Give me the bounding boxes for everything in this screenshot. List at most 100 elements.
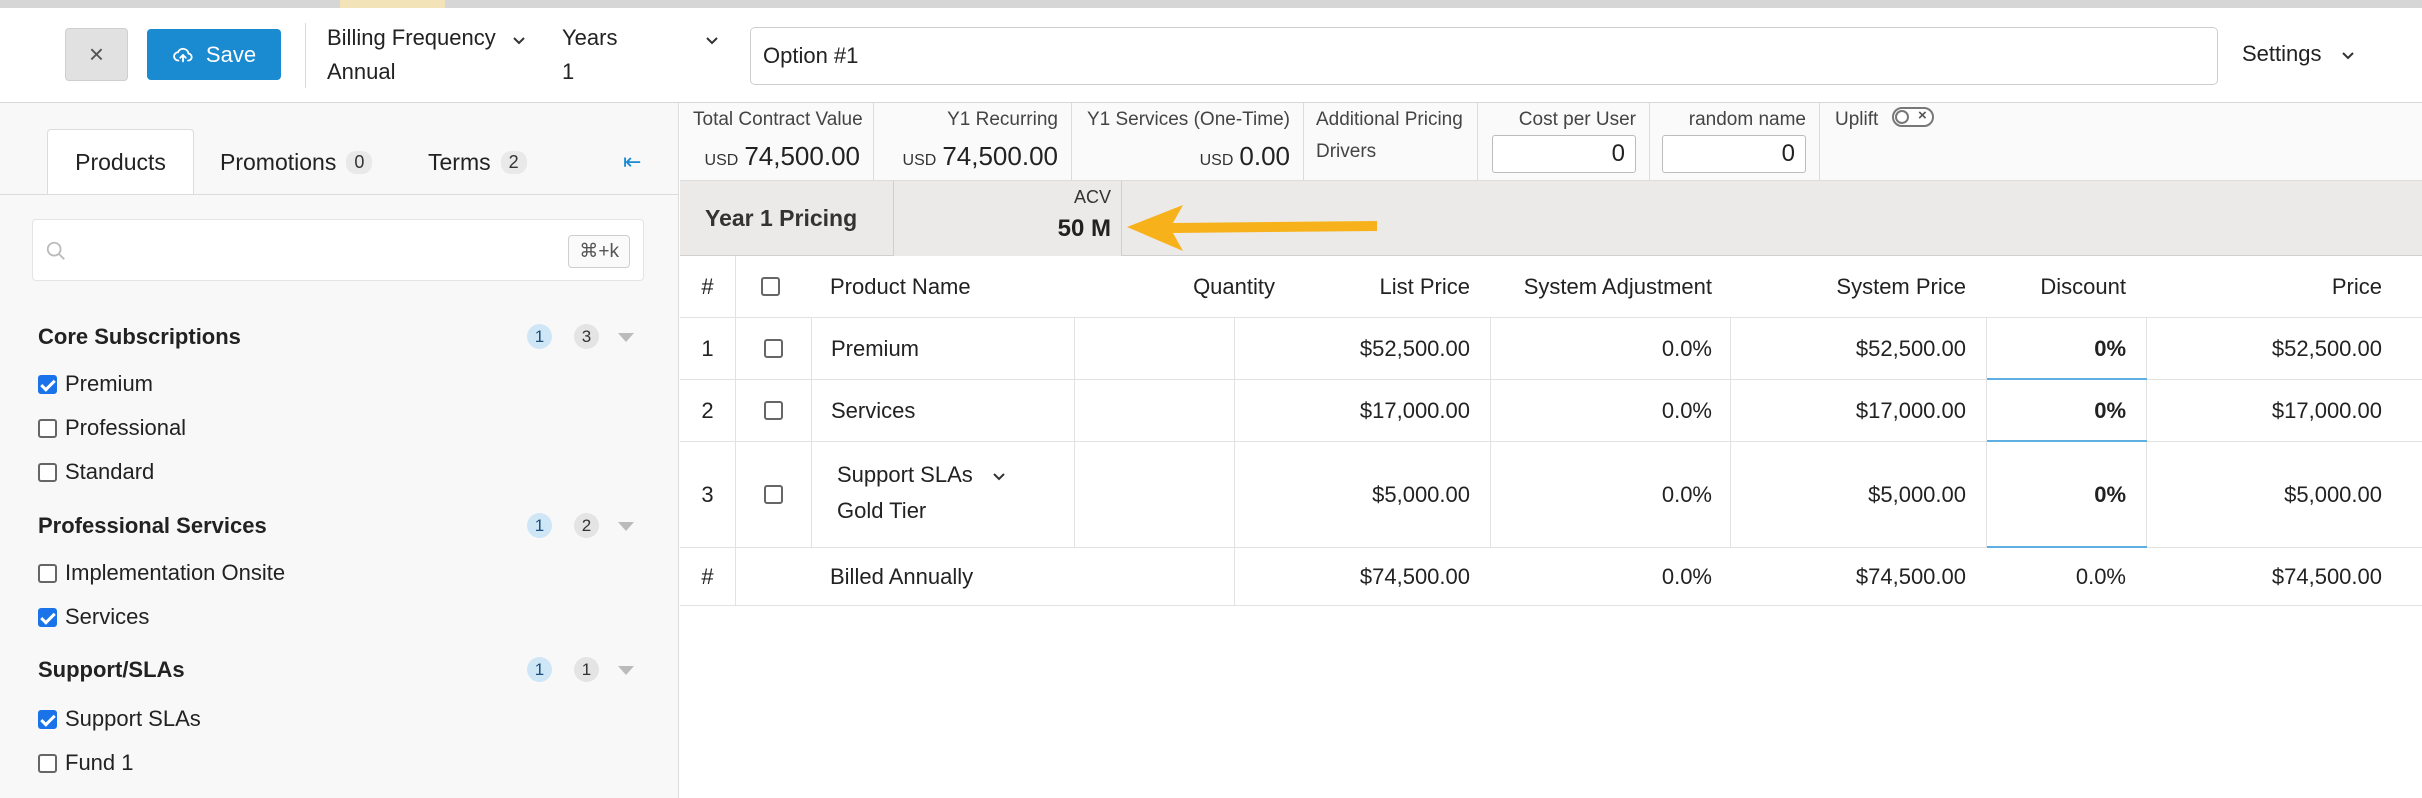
selected-count-badge: 1 xyxy=(527,324,552,349)
uplift-toggle[interactable]: × xyxy=(1892,107,1934,127)
header-quantity[interactable]: Quantity xyxy=(1075,256,1275,317)
metrics-bar: Total Contract Value USD 74,500.00 Y1 Rec… xyxy=(680,103,2422,181)
system-adjustment: 0.0% xyxy=(1661,481,1712,507)
row-select-cell xyxy=(735,380,811,441)
amount: 74,500.00 xyxy=(942,141,1058,171)
tab-label: Terms xyxy=(428,148,491,175)
product-checkbox-services[interactable]: Services xyxy=(38,604,149,630)
header-product-name[interactable]: Product Name xyxy=(830,256,1070,317)
group-toggle-caret[interactable] xyxy=(618,333,634,342)
option-name-input[interactable]: Option #1 xyxy=(750,27,2218,85)
tab-products[interactable]: Products xyxy=(47,129,194,195)
year-pricing-bar: Year 1 Pricing ACV 50 M xyxy=(680,181,2422,256)
checkbox[interactable] xyxy=(38,709,57,729)
select-all-checkbox[interactable] xyxy=(760,277,780,296)
metric-y1-services: Y1 Services (One-Time) USD 0.00 xyxy=(1072,103,1304,181)
row-select-cell xyxy=(735,318,811,379)
save-label: Save xyxy=(205,41,257,67)
currency-code: USD xyxy=(902,152,937,169)
select-all-cell xyxy=(735,256,805,317)
row-num: 1 xyxy=(701,335,714,361)
quantity-cell[interactable] xyxy=(1074,442,1224,547)
quantity-cell[interactable] xyxy=(1074,318,1224,379)
column-divider xyxy=(811,380,812,441)
catalog-panel: Products Promotions 0 Terms 2 ⇤ ⌘+k Core S… xyxy=(0,103,679,798)
checkbox[interactable] xyxy=(38,563,57,583)
product-checkbox-support-slas[interactable]: Support SLAs xyxy=(38,706,201,732)
amount: 74,500.00 xyxy=(744,141,860,171)
total-count-badge: 1 xyxy=(574,657,599,682)
group-toggle-caret[interactable] xyxy=(618,522,634,531)
save-button[interactable]: Save xyxy=(147,29,281,80)
metric-label: Total Contract Value xyxy=(693,109,863,130)
checkbox[interactable] xyxy=(38,418,57,438)
product-checkbox-standard[interactable]: Standard xyxy=(38,459,154,485)
total-count-badge: 3 xyxy=(574,324,599,349)
product-checkbox-professional[interactable]: Professional xyxy=(38,415,186,441)
tab-label: Promotions xyxy=(220,148,337,175)
checkbox[interactable] xyxy=(38,607,57,627)
header-system-price[interactable]: System Price xyxy=(1720,256,1966,317)
row-checkbox[interactable] xyxy=(763,485,783,504)
product-checkbox-premium[interactable]: Premium xyxy=(38,371,153,397)
footer-num: # xyxy=(701,563,714,589)
column-divider xyxy=(811,318,812,379)
product-checkbox-implementation-onsite[interactable]: Implementation Onsite xyxy=(38,560,285,586)
product-search-input[interactable]: ⌘+k xyxy=(32,219,644,281)
settings-label: Settings xyxy=(2242,41,2322,66)
product-checkbox-fund-1[interactable]: Fund 1 xyxy=(38,750,134,776)
header-system-adjustment[interactable]: System Adjustment xyxy=(1480,256,1712,317)
header-num: # xyxy=(701,273,714,299)
checkbox-label: Services xyxy=(65,604,150,629)
checkbox-label: Support SLAs xyxy=(65,706,201,731)
tab-terms[interactable]: Terms 2 xyxy=(428,129,527,195)
system-adjustment: 0.0% xyxy=(1661,335,1712,361)
metric-additional-pricing-drivers: Additional Pricing Drivers xyxy=(1304,103,1478,181)
random-name-input[interactable]: 0 xyxy=(1662,135,1806,173)
settings-dropdown[interactable]: Settings xyxy=(2242,41,2356,67)
metric-random-name: random name 0 xyxy=(1650,103,1820,181)
search-icon xyxy=(46,241,65,260)
table-header-row: # Product Name Quantity List Price Syste… xyxy=(680,256,2422,318)
footer-price: $74,500.00 xyxy=(2271,563,2382,589)
amount: 0.00 xyxy=(1239,141,1290,171)
price: $17,000.00 xyxy=(2271,397,2382,423)
group-title: Professional Services xyxy=(38,513,267,538)
close-icon: × xyxy=(88,39,105,69)
metric-label: Y1 Services (One-Time) xyxy=(1086,109,1290,130)
metric-label: Y1 Recurring xyxy=(947,109,1058,130)
header-price[interactable]: Price xyxy=(2150,256,2382,317)
tab-label: Products xyxy=(75,149,166,175)
row-checkbox[interactable] xyxy=(763,339,783,358)
list-price: $52,500.00 xyxy=(1359,335,1470,361)
metric-cost-per-user: Cost per User 0 xyxy=(1478,103,1650,181)
checkbox-label: Premium xyxy=(65,371,154,396)
system-price: $17,000.00 xyxy=(1855,397,1966,423)
checkbox-label: Professional xyxy=(65,415,187,440)
checkbox[interactable] xyxy=(38,753,57,773)
column-divider xyxy=(735,548,736,605)
row-checkbox[interactable] xyxy=(763,401,783,420)
collapse-panel-icon[interactable]: ⇤ xyxy=(623,149,641,175)
product-select[interactable]: Support SLAs xyxy=(837,462,1007,488)
cost-per-user-input[interactable]: 0 xyxy=(1492,135,1636,173)
discount-input[interactable]: 0% xyxy=(1986,380,2126,441)
browser-top-strip xyxy=(0,0,2422,8)
table-row: 1 Premium $52,500.00 0.0% $52,500.00 0% … xyxy=(680,318,2422,380)
footer-system-price: $74,500.00 xyxy=(1855,563,1966,589)
total-count-badge: 2 xyxy=(574,513,599,538)
count-badge: 2 xyxy=(500,150,527,174)
years-label: Years xyxy=(562,25,618,50)
quantity-cell[interactable] xyxy=(1074,380,1224,441)
group-toggle-caret[interactable] xyxy=(618,666,634,675)
discount-input[interactable]: 0% xyxy=(1986,442,2126,547)
checkbox[interactable] xyxy=(38,462,57,482)
checkbox[interactable] xyxy=(38,374,57,394)
close-button[interactable]: × xyxy=(65,28,128,81)
tab-promotions[interactable]: Promotions 0 xyxy=(220,129,373,195)
header-discount[interactable]: Discount xyxy=(1987,256,2126,317)
option-name-text: Option #1 xyxy=(763,43,859,68)
discount-input[interactable]: 0% xyxy=(1986,318,2126,379)
header-list-price[interactable]: List Price xyxy=(1280,256,1470,317)
footer-billing-label: Billed Annually xyxy=(830,563,974,589)
